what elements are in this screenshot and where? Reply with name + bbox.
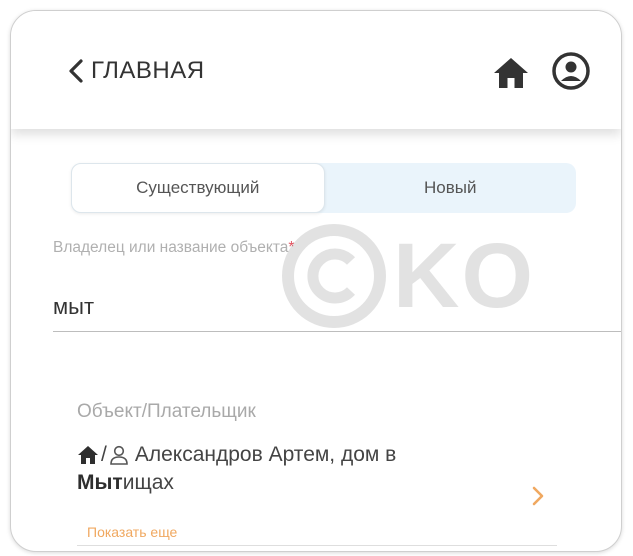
- home-icon[interactable]: [491, 55, 531, 91]
- chevron-left-icon: [69, 59, 83, 83]
- account-circle-icon[interactable]: [551, 51, 591, 91]
- result-text-before: Александров Артем, дом в: [134, 443, 397, 466]
- required-mark: *: [288, 239, 295, 256]
- result-text-after: ищах: [122, 471, 174, 494]
- object-type-toggle: Существующий Новый: [71, 163, 576, 213]
- results-title: Объект/Плательщик: [77, 401, 256, 422]
- divider: [77, 545, 557, 546]
- result-highlight: Мыт: [77, 471, 123, 494]
- search-field-label: Владелец или название объекта*: [53, 239, 294, 257]
- search-label-text: Владелец или название объекта: [53, 239, 289, 256]
- result-line-1: / Александров Артем, дом в: [77, 443, 577, 467]
- home-icon: [78, 446, 98, 464]
- person-icon: [110, 445, 128, 465]
- app-card: ГЛАВНАЯ Существующий Новый Владелец или …: [10, 10, 622, 552]
- back-button[interactable]: ГЛАВНАЯ: [67, 57, 205, 85]
- result-item[interactable]: / Александров Артем, дом в Мытищах: [77, 443, 577, 503]
- result-line-2: Мытищах: [77, 471, 577, 495]
- toggle-existing[interactable]: Существующий: [71, 163, 325, 213]
- back-label: ГЛАВНАЯ: [91, 57, 205, 84]
- app-header: ГЛАВНАЯ: [11, 11, 621, 129]
- show-more-link[interactable]: Показать еще: [87, 524, 177, 540]
- chevron-right-icon[interactable]: [531, 485, 545, 507]
- search-input[interactable]: [53, 283, 621, 332]
- toggle-new[interactable]: Новый: [325, 163, 577, 213]
- result-separator: /: [101, 443, 107, 466]
